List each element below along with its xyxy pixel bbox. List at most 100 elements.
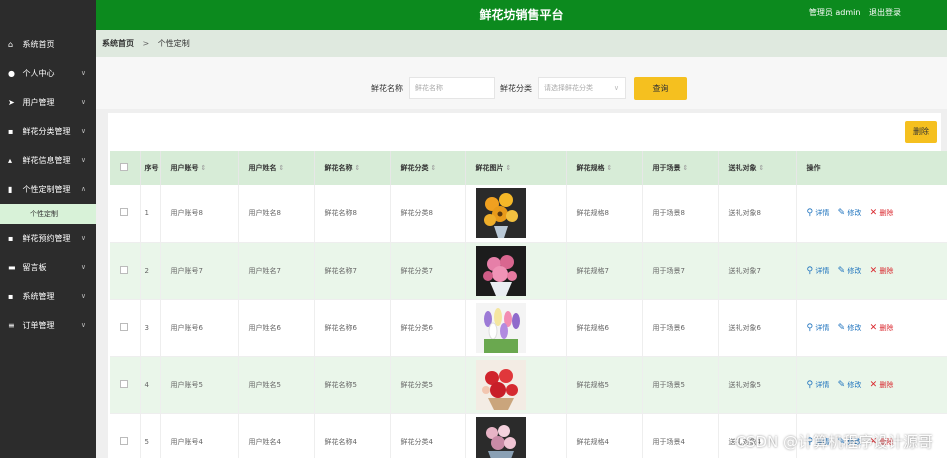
edit-button[interactable]: ✎ 修改 <box>838 266 862 276</box>
sidebar-item-orders[interactable]: ≡ 订单管理 ∨ <box>0 311 96 340</box>
breadcrumb-separator: > <box>142 39 150 48</box>
send-icon: ➤ <box>8 98 15 107</box>
sort-icon[interactable]: ⇕ <box>683 164 689 172</box>
cell-flower: 鲜花名称6 <box>314 299 391 357</box>
row-checkbox[interactable] <box>120 436 128 445</box>
cell-category: 鲜花分类7 <box>390 242 466 300</box>
detail-button[interactable]: ⚲ 详情 <box>806 208 830 219</box>
column-header-spec[interactable]: 鲜花规格 ⇕ <box>566 151 643 185</box>
cell-index: 2 <box>140 242 161 300</box>
search-icon: ⚲ <box>806 208 814 219</box>
main-content: 删除 序号 用户账号 ⇕ 用户姓名 ⇕ 鲜花名称 ⇕ 鲜花分类 ⇕ 鲜花图片 ⇕ 鲜花规格… <box>96 109 947 458</box>
sort-icon[interactable]: ⇕ <box>607 164 613 172</box>
row-checkbox[interactable] <box>120 379 128 388</box>
cell-name: 用户姓名8 <box>238 185 315 243</box>
column-header-recipient[interactable]: 送礼对象 ⇕ <box>718 151 797 185</box>
sort-icon[interactable]: ⇕ <box>355 164 361 172</box>
pencil-icon: ✎ <box>837 208 846 219</box>
edit-button[interactable]: ✎ 修改 <box>838 380 862 390</box>
column-header-flower[interactable]: 鲜花名称 ⇕ <box>314 151 391 185</box>
row-checkbox[interactable] <box>120 265 128 274</box>
sidebar-item-users[interactable]: ➤ 用户管理 ∨ <box>0 88 96 117</box>
grid-icon: ▪ <box>8 127 14 136</box>
cell-name: 用户姓名6 <box>238 299 315 357</box>
row-checkbox[interactable] <box>120 322 128 331</box>
sort-icon[interactable]: ⇕ <box>279 164 285 172</box>
column-header-image[interactable]: 鲜花图片 ⇕ <box>465 151 567 185</box>
cell-actions: ⚲ 详情 ✎ 修改 ✕ 删除 <box>796 299 947 357</box>
sidebar-item-reservation[interactable]: ▪ 鲜花预约管理 ∨ <box>0 224 96 253</box>
detail-button[interactable]: ⚲ 详情 <box>807 323 830 333</box>
cell-actions: ⚲ 详情 ✎ 修改 ✕ 删除 <box>796 185 947 243</box>
delete-button[interactable]: ✕ 删除 <box>870 266 894 276</box>
cell-spec: 鲜花规格5 <box>566 356 643 414</box>
flower-image[interactable] <box>475 188 526 239</box>
flower-image[interactable] <box>475 302 526 353</box>
column-header-scene[interactable]: 用于场景 ⇕ <box>642 151 719 185</box>
edit-button[interactable]: ✎ 修改 <box>837 208 862 219</box>
select-all-checkbox[interactable] <box>120 163 128 171</box>
edit-button[interactable]: ✎ 修改 <box>838 323 862 333</box>
cell-index: 5 <box>140 413 161 458</box>
cell-recipient: 送礼对象7 <box>718 242 797 300</box>
select-all-header[interactable] <box>110 151 141 185</box>
cell-actions: ⚲ 详情 ✎ 修改 ✕ 删除 <box>796 242 947 300</box>
sidebar-item-system[interactable]: ▪ 系统管理 ∨ <box>0 282 96 311</box>
sidebar-item-label: 订单管理 <box>22 321 55 330</box>
flower-image[interactable] <box>475 359 526 410</box>
batch-delete-button[interactable]: 删除 <box>905 121 937 143</box>
cell-recipient: 送礼对象5 <box>718 356 797 414</box>
column-header-account[interactable]: 用户账号 ⇕ <box>160 151 239 185</box>
cell-name: 用户姓名4 <box>238 413 315 458</box>
sidebar-item-label: 鲜花预约管理 <box>22 234 71 243</box>
table-row: 3 用户账号6 用户姓名6 鲜花名称6 鲜花分类6 鲜花规格6 用于场景6 送礼… <box>110 299 947 357</box>
sort-icon[interactable]: ⇕ <box>759 164 765 172</box>
sort-icon[interactable]: ⇕ <box>506 164 512 172</box>
delete-button[interactable]: ✕ 删除 <box>870 208 894 218</box>
row-checkbox[interactable] <box>120 208 128 217</box>
category-placeholder: 请选择鲜花分类 <box>544 84 593 92</box>
column-header-name[interactable]: 用户姓名 ⇕ <box>238 151 315 185</box>
search-button[interactable]: 查询 <box>634 77 687 100</box>
cell-flower: 鲜花名称8 <box>314 185 391 243</box>
search-bar: 鲜花名称 鲜花名称 鲜花分类 请选择鲜花分类 ∨ 查询 <box>96 57 947 109</box>
flower-image[interactable] <box>475 416 526 458</box>
cell-actions: ⚲ 详情 ✎ 修改 ✕ 删除 <box>796 356 947 414</box>
sidebar-item-flower-category[interactable]: ▪ 鲜花分类管理 ∨ <box>0 117 96 146</box>
table-panel: 删除 序号 用户账号 ⇕ 用户姓名 ⇕ 鲜花名称 ⇕ 鲜花分类 ⇕ 鲜花图片 ⇕ 鲜花规格… <box>108 113 947 458</box>
breadcrumb-current: 个性定制 <box>157 39 190 48</box>
sidebar-item-message-board[interactable]: ▬ 留言板 ∨ <box>0 253 96 282</box>
sidebar-item-flower-info[interactable]: ▴ 鲜花信息管理 ∨ <box>0 146 96 175</box>
sidebar-item-label: 个性定制管理 <box>22 185 71 194</box>
chevron-up-icon: ∧ <box>80 185 86 193</box>
sidebar-item-home[interactable]: ⌂ 系统首页 <box>0 30 96 59</box>
sidebar-item-label: 系统管理 <box>22 292 55 301</box>
sidebar-item-custom[interactable]: ▮ 个性定制管理 ∧ <box>0 175 96 204</box>
cell-image <box>465 299 567 357</box>
cell-flower: 鲜花名称7 <box>314 242 391 300</box>
flower-name-input[interactable]: 鲜花名称 <box>409 77 495 99</box>
cell-account: 用户账号5 <box>160 356 239 414</box>
delete-button[interactable]: ✕ 删除 <box>869 379 894 390</box>
logout-link[interactable]: 退出登录 <box>869 8 901 17</box>
close-icon: ✕ <box>869 379 878 390</box>
detail-button[interactable]: ⚲ 详情 <box>807 266 830 276</box>
board-icon: ▬ <box>8 263 16 272</box>
sort-icon[interactable]: ⇕ <box>201 164 207 172</box>
detail-button[interactable]: ⚲ 详情 <box>807 380 830 390</box>
logo-area <box>0 0 96 30</box>
sort-icon[interactable]: ⇕ <box>431 164 437 172</box>
chevron-down-icon: ∨ <box>80 127 86 135</box>
sidebar: ⌂ 系统首页 ● 个人中心 ∨ ➤ 用户管理 ∨ ▪ 鲜花分类管理 ∨ ▴ 鲜花… <box>0 30 96 458</box>
column-header-category[interactable]: 鲜花分类 ⇕ <box>390 151 466 185</box>
chevron-down-icon: ∨ <box>80 234 86 242</box>
cell-image <box>465 242 567 300</box>
sidebar-item-profile[interactable]: ● 个人中心 ∨ <box>0 59 96 88</box>
table-header-row: 序号 用户账号 ⇕ 用户姓名 ⇕ 鲜花名称 ⇕ 鲜花分类 ⇕ 鲜花图片 ⇕ 鲜花规格 ⇕ 用… <box>110 151 947 185</box>
flower-category-select[interactable]: 请选择鲜花分类 ∨ <box>538 77 626 99</box>
breadcrumb-home[interactable]: 系统首页 <box>102 39 134 48</box>
flower-image[interactable] <box>475 245 526 296</box>
sidebar-item-label: 用户管理 <box>22 98 55 107</box>
delete-button[interactable]: ✕ 删除 <box>870 323 894 333</box>
sidebar-subitem-custom[interactable]: 个性定制 <box>0 204 96 224</box>
